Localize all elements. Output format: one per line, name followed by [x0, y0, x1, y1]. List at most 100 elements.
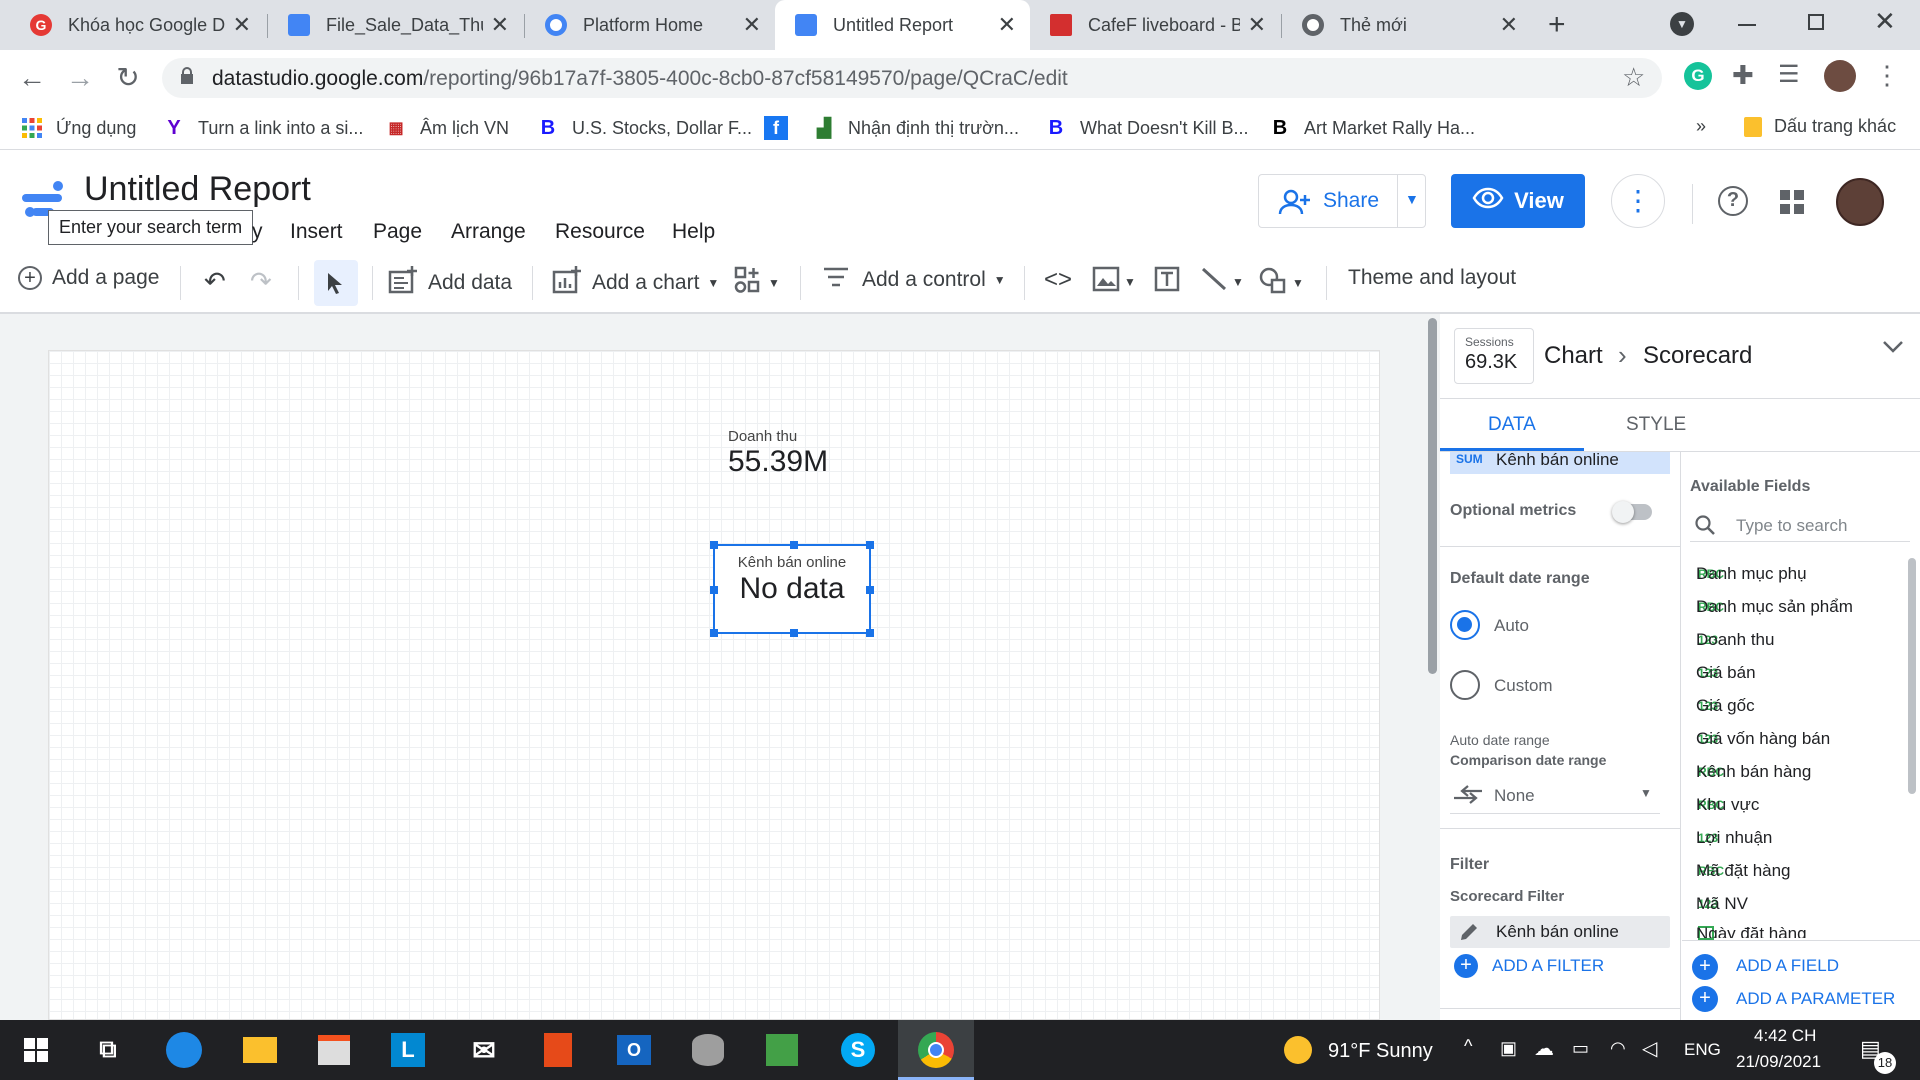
help-icon[interactable]: ? [1718, 186, 1748, 216]
battery-icon[interactable]: ▭ [1572, 1038, 1589, 1059]
task-view-icon[interactable]: ⧉ [88, 1030, 128, 1070]
select-tool-button[interactable] [314, 260, 358, 306]
add-control-button[interactable]: Add a control ▼ [822, 266, 1006, 294]
field-item[interactable]: Danh mục sản phẩm [1696, 597, 1853, 617]
close-icon[interactable]: ✕ [233, 12, 251, 38]
resize-handle[interactable] [790, 629, 798, 637]
office-icon[interactable] [538, 1030, 578, 1070]
field-item[interactable]: Doanh thu [1696, 630, 1774, 650]
excel-app-icon[interactable] [762, 1030, 802, 1070]
pencil-icon[interactable] [1458, 921, 1480, 948]
scorecard-doanh-thu[interactable]: Doanh thu 55.39M [728, 428, 828, 479]
bookmark-other[interactable]: Dấu trang khác [1744, 116, 1896, 137]
view-button[interactable]: View [1451, 174, 1585, 228]
volume-icon[interactable]: ◁ [1642, 1036, 1657, 1061]
add-filter-button[interactable]: ADD A FILTER [1492, 956, 1604, 976]
add-circle-icon[interactable]: + [1692, 954, 1718, 980]
tab-style[interactable]: STYLE [1626, 414, 1686, 436]
menu-arrange[interactable]: Arrange [451, 220, 526, 244]
field-list-scrollbar[interactable] [1908, 558, 1916, 794]
extensions-icon[interactable]: ✚ [1732, 60, 1754, 91]
chart-type-dropdown[interactable] [1882, 340, 1904, 359]
bookmark-us-stocks[interactable]: B U.S. Stocks, Dollar F... [536, 116, 752, 140]
store-icon[interactable] [314, 1030, 354, 1070]
resize-handle[interactable] [710, 586, 718, 594]
add-page-button[interactable]: + Add a page [18, 266, 159, 290]
redo-button[interactable]: ↷ [250, 266, 272, 297]
menu-help[interactable]: Help [672, 220, 715, 244]
menu-view-tail[interactable]: y [252, 220, 263, 244]
tray-app-icon[interactable]: ▣ [1500, 1038, 1517, 1059]
resize-handle[interactable] [866, 629, 874, 637]
bookmark-facebook[interactable]: f [764, 116, 800, 140]
community-viz-button[interactable]: ▼ [734, 266, 780, 300]
theme-layout-button[interactable]: Theme and layout [1348, 266, 1516, 290]
field-item[interactable]: Ngày đặt hàng [1696, 924, 1807, 938]
star-icon[interactable]: ☆ [1622, 62, 1645, 93]
bookmark-what-doesnt-kill[interactable]: B What Doesn't Kill B... [1044, 116, 1249, 140]
edge-icon[interactable] [164, 1030, 204, 1070]
restore-icon[interactable] [1808, 14, 1824, 30]
bookmark-turn-a-link[interactable]: Y Turn a link into a si... [162, 116, 363, 140]
comparison-dropdown[interactable]: None ▼ [1450, 780, 1660, 814]
radio-auto[interactable] [1450, 610, 1480, 640]
tab-search-icon[interactable]: ▼ [1670, 12, 1694, 36]
mail-icon[interactable]: ✉ [464, 1030, 504, 1070]
field-item[interactable]: Mã đặt hàng [1696, 861, 1791, 881]
field-item[interactable]: Lợi nhuận [1696, 828, 1772, 848]
tab-cafef[interactable]: CafeF liveboard - B ✕ [1030, 0, 1280, 50]
forward-button[interactable]: → [64, 62, 96, 94]
address-bar[interactable]: datastudio.google.com/reporting/96b17a7f… [162, 58, 1662, 98]
resize-handle[interactable] [866, 541, 874, 549]
tab-new-tab[interactable]: Thẻ mới ✕ [1282, 0, 1532, 50]
bookmark-am-lich[interactable]: ▦ Âm lịch VN [384, 116, 509, 140]
add-chart-button[interactable]: Add a chart ▼ [552, 266, 719, 300]
close-icon[interactable]: ✕ [1500, 12, 1518, 38]
bookmark-apps[interactable]: Ứng dụng [20, 116, 136, 140]
grammarly-icon[interactable]: G [1684, 62, 1712, 90]
field-item[interactable]: Danh mục phụ [1696, 564, 1807, 584]
bookmark-nhan-dinh[interactable]: ▟ Nhận định thị trườn... [812, 116, 1019, 140]
new-tab-button[interactable]: + [1548, 8, 1566, 42]
filter-chip[interactable]: Kênh bán online [1450, 916, 1670, 948]
tab-data[interactable]: DATA [1488, 414, 1536, 436]
selected-scorecard[interactable]: Kênh bán online No data [710, 541, 874, 637]
menu-insert[interactable]: Insert [290, 220, 343, 244]
report-canvas[interactable] [48, 350, 1380, 1020]
chevron-down-icon[interactable]: ▼ [1405, 191, 1419, 207]
file-explorer-icon[interactable] [240, 1030, 280, 1070]
canvas-scroll-thumb[interactable] [1428, 318, 1437, 674]
field-item[interactable]: Mã NV [1696, 894, 1748, 914]
resize-handle[interactable] [790, 541, 798, 549]
report-title[interactable]: Untitled Report [84, 170, 311, 209]
tab-khoa-hoc[interactable]: G Khóa học Google D ✕ [10, 0, 265, 50]
profile-avatar[interactable] [1824, 60, 1856, 92]
outlook-icon[interactable]: O [614, 1030, 654, 1070]
database-icon[interactable] [688, 1030, 728, 1070]
line-button[interactable]: ▼ [1200, 266, 1244, 298]
windows-start-icon[interactable] [16, 1030, 56, 1070]
user-avatar[interactable] [1836, 178, 1884, 226]
undo-button[interactable]: ↶ [204, 266, 226, 297]
embed-url-button[interactable]: <> [1044, 266, 1072, 294]
field-item[interactable]: Khu vực [1696, 795, 1759, 815]
menu-page[interactable]: Page [373, 220, 422, 244]
minimize-icon[interactable] [1738, 24, 1756, 26]
tray-chevron-icon[interactable]: ^ [1464, 1036, 1472, 1057]
tab-untitled-report[interactable]: Untitled Report ✕ [775, 0, 1030, 50]
add-data-button[interactable]: Add data [388, 266, 512, 300]
cloud-icon[interactable]: ☁ [1534, 1036, 1554, 1061]
resize-handle[interactable] [710, 629, 718, 637]
tab-platform-home[interactable]: Platform Home ✕ [525, 0, 775, 50]
menu-resource[interactable]: Resource [555, 220, 645, 244]
bookmark-art-market[interactable]: B Art Market Rally Ha... [1268, 116, 1475, 140]
shape-button[interactable]: ▼ [1258, 266, 1304, 300]
chrome-menu-icon[interactable]: ⋮ [1874, 60, 1900, 91]
image-button[interactable]: ▼ [1092, 266, 1136, 298]
close-icon[interactable]: ✕ [743, 12, 761, 38]
clock-date[interactable]: 21/09/2021 [1736, 1052, 1821, 1072]
media-control-icon[interactable]: ☰ [1778, 60, 1800, 89]
resize-handle[interactable] [710, 541, 718, 549]
field-item[interactable]: Kênh bán hàng [1696, 762, 1811, 782]
more-options-icon[interactable]: ⋮ [1611, 174, 1665, 228]
